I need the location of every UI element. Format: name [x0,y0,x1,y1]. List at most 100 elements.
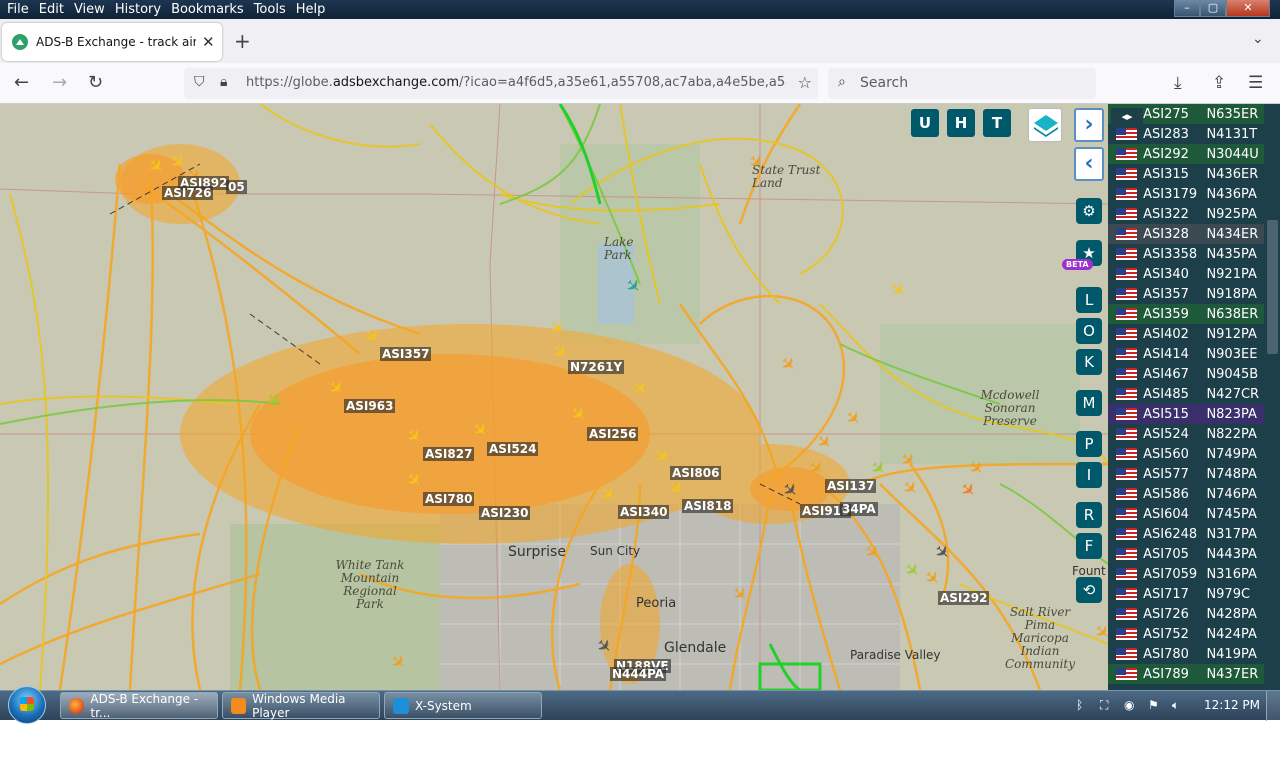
aircraft-label[interactable]: ASI524 [487,442,539,456]
u-button[interactable]: U [911,109,939,137]
table-row[interactable]: ASI315 N436ER [1108,164,1264,184]
search-input[interactable]: ⌕ Search [828,68,1096,99]
volume-icon[interactable]: 🔈︎ [1172,698,1179,713]
lock-icon[interactable]: 🔒︎ [220,74,227,90]
table-row[interactable]: ASI6248 N317PA [1108,524,1264,544]
network-icon[interactable]: ⛶ [1100,698,1108,713]
aircraft-label[interactable]: ASI256 [587,427,639,441]
close-icon[interactable]: ✕ [1226,0,1270,17]
table-row[interactable]: ASI357 N918PA [1108,284,1264,304]
l-button[interactable]: L [1076,287,1102,313]
p-button[interactable]: P [1076,431,1102,457]
table-row[interactable]: ASI752 N424PA [1108,624,1264,644]
clock[interactable]: 12:12 PM [1204,698,1260,712]
table-scrollbar[interactable] [1265,104,1280,690]
table-row[interactable]: ASI402 N912PA [1108,324,1264,344]
start-button[interactable] [8,686,46,724]
task-media-player[interactable]: Windows Media Player [222,692,380,720]
table-row[interactable]: ASI292 N3044U [1108,144,1264,164]
extensions-icon[interactable]: ⇪ [1212,73,1226,93]
table-row[interactable]: ASI726 N428PA [1108,604,1264,624]
table-row[interactable]: ASI717 N979C [1108,584,1264,604]
aircraft-label[interactable]: ASI963 [344,399,396,413]
menu-help[interactable]: Help [291,0,331,19]
table-row[interactable]: ASI485 N427CR [1108,384,1264,404]
menu-tools[interactable]: Tools [249,0,291,19]
table-row[interactable]: ASI414 N903EE [1108,344,1264,364]
back-arrow-button[interactable]: ‹ [1074,147,1104,181]
aircraft-label[interactable]: ASI292 [938,591,990,605]
reload-icon[interactable]: ↻ [88,72,103,93]
task-xsystem[interactable]: X-System [384,692,542,719]
table-row[interactable]: ASI515 N823PA [1108,404,1264,424]
k-button[interactable]: K [1076,349,1102,375]
maximize-icon[interactable]: ▢ [1200,0,1226,17]
table-row[interactable]: ASI322 N925PA [1108,204,1264,224]
table-row[interactable]: ASI467 N9045B [1108,364,1264,384]
back-icon[interactable]: ← [14,72,29,93]
r-button[interactable]: R [1076,502,1102,528]
i-button[interactable]: I [1076,462,1102,488]
table-row[interactable]: ASI705 N443PA [1108,544,1264,564]
table-row[interactable]: ASI328 N434ER [1108,224,1264,244]
gear-icon[interactable]: ⚙ [1076,198,1102,224]
downloads-icon[interactable]: ⤓ [1174,73,1182,93]
o-button[interactable]: O [1076,318,1102,344]
url-text[interactable]: https://globe.adsbexchange.com/?icao=a4f… [246,75,786,90]
aircraft-label[interactable]: ASI806 [670,466,722,480]
table-row[interactable]: ASI577 N748PA [1108,464,1264,484]
aircraft-label[interactable]: 05 [226,180,247,194]
app-menu-icon[interactable]: ☰ [1248,73,1263,93]
table-row[interactable]: ASI524 N822PA [1108,424,1264,444]
tab-adsb[interactable]: ADS-B Exchange - track aircraft ✕ [2,23,222,61]
aircraft-label[interactable]: 34PA [840,502,878,516]
t-button[interactable]: T [983,109,1011,137]
layers-icon[interactable] [1028,108,1062,142]
show-desktop-button[interactable] [1266,691,1280,721]
table-row[interactable]: ASI7059 N316PA [1108,564,1264,584]
bookmark-star-icon[interactable]: ☆ [798,73,812,92]
table-row[interactable]: ASI780 N419PA [1108,644,1264,664]
tab-close-icon[interactable]: ✕ [202,33,215,51]
action-center-icon[interactable]: ⚑ [1148,698,1159,712]
new-tab-button[interactable]: + [234,29,251,53]
replay-icon[interactable]: ⟲ [1076,577,1102,603]
menu-edit[interactable]: Edit [34,0,69,19]
aircraft-label[interactable]: ASI230 [479,506,531,520]
h-button[interactable]: H [947,109,975,137]
aircraft-label[interactable]: ASI818 [682,499,734,513]
aircraft-label[interactable]: ASI827 [423,447,475,461]
table-row[interactable]: ASI586 N746PA [1108,484,1264,504]
menu-view[interactable]: View [69,0,110,19]
aircraft-label[interactable]: ASI726 [162,186,214,200]
table-row[interactable]: ASI560 N749PA [1108,444,1264,464]
menu-file[interactable]: File [2,0,34,19]
table-row[interactable]: ASI283 N4131T [1108,124,1264,144]
forward-arrow-button[interactable]: › [1074,108,1104,142]
list-tabs-icon[interactable]: ⌄ [1252,31,1264,47]
aircraft-label[interactable]: ASI780 [423,492,475,506]
aircraft-label[interactable]: ASI340 [618,505,670,519]
task-firefox[interactable]: ADS-B Exchange - tr... [60,692,218,720]
table-row[interactable]: ASI340 N921PA [1108,264,1264,284]
tracking-protection-icon[interactable]: ⛉ [194,74,205,90]
table-row[interactable]: ASI789 N437ER [1108,664,1264,684]
m-button[interactable]: M [1076,390,1102,416]
table-row[interactable]: ASI3358 N435PA [1108,244,1264,264]
forward-icon[interactable]: → [52,72,67,93]
aircraft-label[interactable]: N444PA [610,667,667,681]
flight-map[interactable]: State Trust Land Lake Park White Tank Mount… [0,104,1108,690]
url-bar[interactable]: ⛉ 🔒︎ https://globe.adsbexchange.com/?ica… [184,68,818,99]
steam-icon[interactable]: ◉ [1124,698,1134,712]
f-button[interactable]: F [1076,533,1102,559]
aircraft-label[interactable]: ASI357 [380,347,432,361]
minimize-icon[interactable]: – [1174,0,1200,17]
scrollbar-thumb[interactable] [1267,220,1278,354]
bluetooth-icon[interactable]: ᛒ [1076,698,1083,712]
menu-bookmarks[interactable]: Bookmarks [166,0,249,19]
table-row[interactable]: ASI3179 N436PA [1108,184,1264,204]
menu-history[interactable]: History [110,0,166,19]
aircraft-label[interactable]: ASI137 [825,479,877,493]
table-row[interactable]: ASI359 N638ER [1108,304,1264,324]
table-row[interactable]: ASI604 N745PA [1108,504,1264,524]
